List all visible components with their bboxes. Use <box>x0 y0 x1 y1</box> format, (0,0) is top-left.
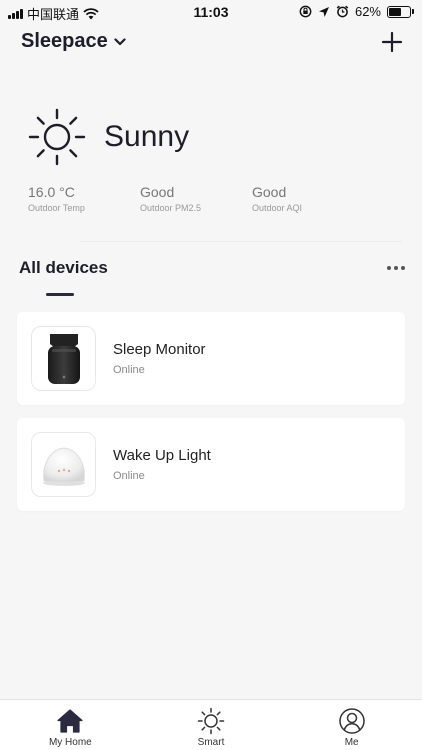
nav-smart[interactable]: Smart <box>141 700 282 750</box>
stat-outdoor-pm25: Good Outdoor PM2.5 <box>140 184 252 213</box>
wake-up-light-image <box>31 432 96 497</box>
home-icon <box>57 709 83 733</box>
stat-label: Outdoor AQI <box>252 203 303 213</box>
sleep-monitor-image <box>31 326 96 391</box>
nav-label: My Home <box>48 737 92 748</box>
device-status: Online <box>113 364 145 376</box>
location-arrow-icon <box>318 6 329 17</box>
device-status: Online <box>113 470 145 482</box>
home-name: Sleepace <box>21 30 108 52</box>
device-name: Wake Up Light <box>113 447 211 464</box>
stat-outdoor-temp: 16.0 °C Outdoor Temp <box>28 184 140 213</box>
weather-panel: Sunny 16.0 °C Outdoor Temp Good Outdoor … <box>28 108 408 213</box>
more-options-button[interactable] <box>387 266 405 270</box>
stat-value: 16.0 °C <box>28 184 75 200</box>
rotation-lock-icon <box>299 5 312 18</box>
section-title: All devices <box>19 258 108 277</box>
alarm-clock-icon <box>336 5 349 18</box>
sun-icon <box>197 707 225 735</box>
status-bar: 中国联通 11:03 62% <box>0 0 422 24</box>
battery-icon <box>387 5 414 18</box>
weather-condition: Sunny <box>104 120 190 153</box>
battery-percent: 62% <box>354 4 381 19</box>
device-card-sleep-monitor[interactable]: Sleep Monitor Online <box>17 312 405 405</box>
nav-label: Me <box>344 737 359 748</box>
user-icon <box>338 708 365 734</box>
home-selector[interactable]: Sleepace <box>21 30 126 53</box>
sun-icon <box>28 108 86 166</box>
stat-value: Good <box>252 184 287 200</box>
device-name: Sleep Monitor <box>113 341 206 358</box>
nav-me[interactable]: Me <box>281 700 422 750</box>
active-tab-indicator <box>46 293 74 296</box>
add-device-button[interactable] <box>380 30 404 54</box>
stat-value: Good <box>140 184 175 200</box>
weather-stats: 16.0 °C Outdoor Temp Good Outdoor PM2.5 … <box>28 184 408 213</box>
chevron-down-icon <box>114 37 126 45</box>
nav-label: Smart <box>197 737 225 748</box>
stat-label: Outdoor PM2.5 <box>140 203 202 213</box>
device-card-wake-up-light[interactable]: Wake Up Light Online <box>17 418 405 511</box>
stat-label: Outdoor Temp <box>28 203 85 213</box>
header: Sleepace <box>0 28 422 58</box>
devices-section-header: All devices <box>19 258 407 282</box>
bottom-nav: My Home Smart Me <box>0 699 422 750</box>
stat-outdoor-aqi: Good Outdoor AQI <box>252 184 364 213</box>
weather-main: Sunny <box>28 108 408 166</box>
status-right: 62% <box>299 4 414 19</box>
section-divider <box>80 241 402 242</box>
nav-my-home[interactable]: My Home <box>0 700 141 750</box>
